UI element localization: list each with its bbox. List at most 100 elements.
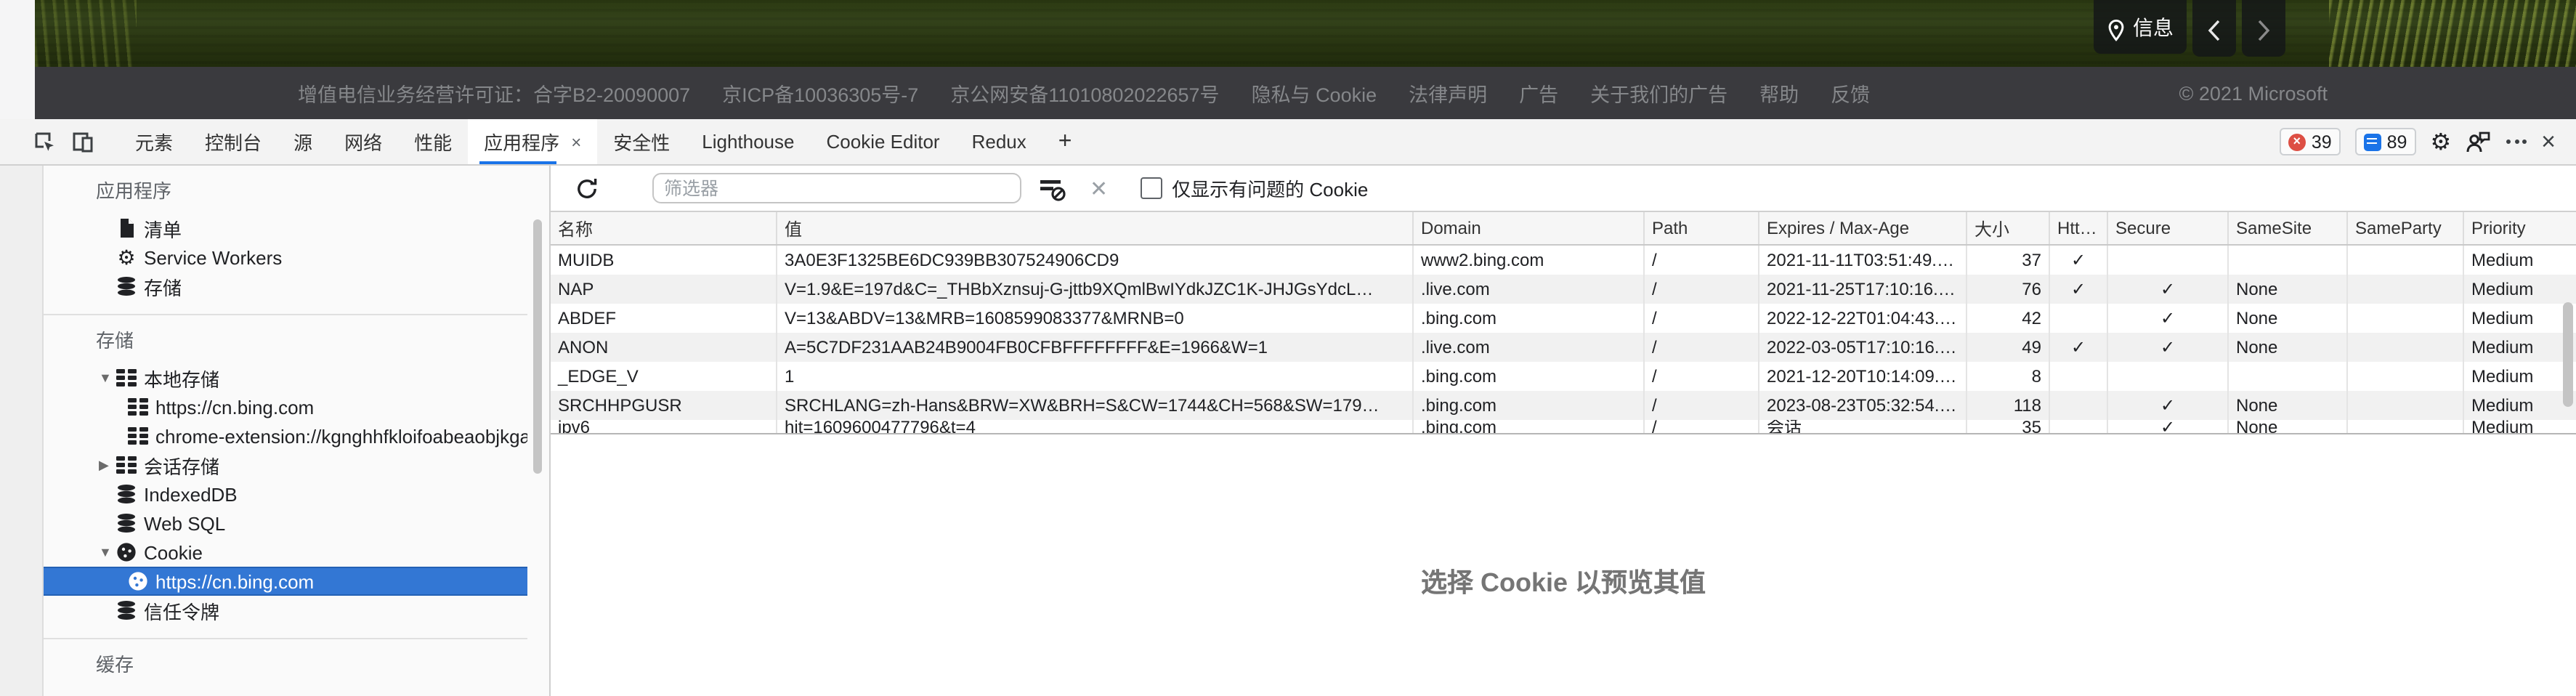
footer-link-help[interactable]: 帮助 (1759, 78, 1799, 108)
cookies-table-header: 名称值DomainPathExpires / Max-Age大小Htt…Secu… (551, 212, 2576, 246)
sidebar-item-trust-tokens[interactable]: 信任令牌 (44, 596, 527, 625)
tab-cookie-editor[interactable]: Cookie Editor (811, 119, 956, 164)
footer-link-icp[interactable]: 京ICP备10036305号-7 (722, 78, 918, 108)
sidebar-scrollbar-thumb[interactable] (533, 219, 542, 474)
footer-link-license[interactable]: 增值电信业务经营许可证：合字B2-20090007 (298, 78, 690, 108)
cookie-row-ipv6[interactable]: ipv6hit=1609600477796&t=4.bing.com/会话35✓… (551, 420, 2576, 433)
image-info-button[interactable]: 信息 (2094, 0, 2187, 54)
clear-x-icon[interactable]: ✕ (1090, 175, 1108, 201)
table-icon (128, 397, 148, 417)
sidebar-item-storage[interactable]: 存储 (44, 272, 527, 301)
sidebar-item-manifest[interactable]: 清单 (44, 214, 527, 243)
cell-httponly (2050, 420, 2108, 433)
gear-icon: ⚙ (116, 247, 137, 267)
cookie-row-ABDEF[interactable]: ABDEFV=13&ABDV=13&MRB=1608599083377&MRNB… (551, 304, 2576, 333)
tab-redux[interactable]: Redux (956, 119, 1042, 164)
tab-console[interactable]: 控制台 (189, 119, 278, 164)
feedback-icon[interactable] (2466, 130, 2492, 153)
previous-image-button[interactable] (2192, 0, 2236, 57)
cell-domain: .bing.com (1414, 362, 1645, 391)
inspect-element-icon[interactable] (26, 119, 64, 164)
cell-value: hit=1609600477796&t=4 (777, 420, 1414, 433)
cell-size: 118 (1967, 391, 2050, 420)
clear-filter-icon[interactable] (1037, 175, 1066, 201)
cell-path: / (1645, 333, 1759, 362)
column-header-value[interactable]: 值 (777, 212, 1414, 244)
column-header-sameparty[interactable]: SameParty (2348, 212, 2464, 244)
tab-close-icon[interactable]: × (571, 131, 581, 152)
section-cache-title: 缓存 (44, 651, 527, 680)
sidebar-item-session-storage[interactable]: ▶ 会话存储 (44, 450, 527, 479)
expander-closed-icon[interactable]: ▶ (99, 457, 116, 473)
cell-domain: .bing.com (1414, 420, 1645, 433)
cell-samesite: None (2229, 333, 2348, 362)
cell-samesite (2229, 362, 2348, 391)
chevron-right-icon (2256, 19, 2271, 42)
cell-samesite: None (2229, 391, 2348, 420)
cookie-icon (128, 571, 148, 591)
sidebar-item-local-storage[interactable]: ▼ 本地存储 (44, 363, 527, 392)
cookie-filter-input[interactable] (652, 173, 1021, 203)
error-count-badge[interactable]: × 39 (2280, 128, 2341, 155)
refresh-icon[interactable] (575, 177, 599, 200)
tab-elements[interactable]: 元素 (119, 119, 189, 164)
more-options-icon[interactable] (2506, 139, 2527, 144)
sidebar-item-web-sql[interactable]: Web SQL (44, 509, 527, 538)
cookie-row-SRCHHPGUSR[interactable]: SRCHHPGUSRSRCHLANG=zh-Hans&BRW=XW&BRH=S&… (551, 391, 2576, 420)
column-header-secure[interactable]: Secure (2108, 212, 2229, 244)
only-problem-cookies-checkbox[interactable] (1140, 177, 1162, 199)
cell-sameparty (2348, 420, 2464, 433)
column-header-httponly[interactable]: Htt… (2050, 212, 2108, 244)
footer-link-security[interactable]: 京公网安备11010802022657号 (950, 78, 1219, 108)
expander-open-icon[interactable]: ▼ (99, 545, 116, 559)
column-header-path[interactable]: Path (1645, 212, 1759, 244)
sidebar-item-local-storage-bing[interactable]: https://cn.bing.com (44, 392, 527, 421)
table-icon (116, 368, 137, 388)
settings-gear-icon[interactable]: ⚙ (2430, 127, 2451, 156)
cell-sameparty (2348, 362, 2464, 391)
tab-application[interactable]: 应用程序 × (468, 119, 597, 164)
tab-sources[interactable]: 源 (278, 119, 328, 164)
cell-httponly (2050, 304, 2108, 333)
tab-lighthouse[interactable]: Lighthouse (686, 119, 810, 164)
column-header-domain[interactable]: Domain (1414, 212, 1645, 244)
table-scrollbar-thumb[interactable] (2563, 302, 2573, 407)
cell-priority: Medium (2464, 275, 2576, 304)
column-header-size[interactable]: 大小 (1967, 212, 2050, 244)
tab-network[interactable]: 网络 (328, 119, 398, 164)
tab-performance[interactable]: 性能 (398, 119, 468, 164)
cookie-row-ANON[interactable]: ANONA=5C7DF231AAB24B9004FB0CFBFFFFFFFF&E… (551, 333, 2576, 362)
sidebar-item-service-workers[interactable]: ⚙ Service Workers (44, 243, 527, 272)
footer-link-ads[interactable]: 广告 (1519, 78, 1558, 108)
tab-security[interactable]: 安全性 (597, 119, 686, 164)
tab-application-label: 应用程序 (484, 128, 559, 155)
device-toolbar-icon[interactable] (64, 119, 102, 164)
footer-link-feedback[interactable]: 反馈 (1831, 78, 1870, 108)
sidebar-item-indexeddb[interactable]: IndexedDB (44, 479, 527, 509)
footer-link-legal[interactable]: 法律声明 (1409, 78, 1487, 108)
footer-link-privacy[interactable]: 隐私与 Cookie (1252, 78, 1377, 108)
cell-value: V=13&ABDV=13&MRB=1608599083377&MRNB=0 (777, 304, 1414, 333)
database-icon (116, 484, 137, 504)
column-header-expires[interactable]: Expires / Max-Age (1759, 212, 1967, 244)
next-image-button[interactable] (2242, 0, 2285, 57)
sidebar-item-cookies[interactable]: ▼ Cookie (44, 538, 527, 567)
cookie-row-MUIDB[interactable]: MUIDB3A0E3F1325BE6DC939BB307524906CD9www… (551, 246, 2576, 275)
sidebar-item-local-storage-extension[interactable]: chrome-extension://kgnghhfkloifoabeaobjk… (44, 421, 527, 450)
sidebar-scrollbar[interactable] (527, 166, 551, 696)
cookie-row-_EDGE_V[interactable]: _EDGE_V1.bing.com/2021-12-20T10:14:09.…8… (551, 362, 2576, 391)
sidebar-item-cookies-bing-selected[interactable]: https://cn.bing.com (44, 567, 527, 596)
footer-link-about-ads[interactable]: 关于我们的广告 (1590, 78, 1728, 108)
message-count-badge[interactable]: 89 (2355, 128, 2416, 155)
cell-name: SRCHHPGUSR (551, 391, 777, 420)
add-tab-button[interactable]: + (1042, 119, 1088, 164)
cell-sameparty (2348, 275, 2464, 304)
column-header-priority[interactable]: Priority (2464, 212, 2576, 244)
cell-httponly: ✓ (2050, 246, 2108, 275)
column-header-name[interactable]: 名称 (551, 212, 777, 244)
cell-value: SRCHLANG=zh-Hans&BRW=XW&BRH=S&CW=1744&CH… (777, 391, 1414, 420)
devtools-close-icon[interactable]: × (2541, 129, 2556, 154)
column-header-samesite[interactable]: SameSite (2229, 212, 2348, 244)
expander-open-icon[interactable]: ▼ (99, 371, 116, 385)
cookie-row-NAP[interactable]: NAPV=1.9&E=197d&C=_THBbXznsuj-G-jttb9XQm… (551, 275, 2576, 304)
